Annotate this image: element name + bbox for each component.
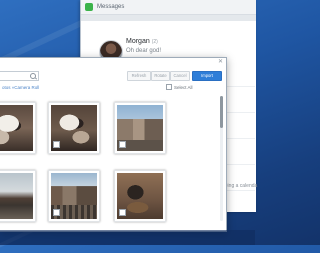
photo-checkbox[interactable] xyxy=(53,141,60,148)
cancel-button[interactable]: Cancel xyxy=(170,71,190,81)
photo-image xyxy=(0,105,33,151)
select-all[interactable]: Select All xyxy=(166,84,193,90)
conversation-preview: Oh dear god! xyxy=(126,48,162,54)
photo-thumbnail-building[interactable] xyxy=(114,102,166,154)
search-input[interactable] xyxy=(0,71,39,81)
photo-checkbox[interactable] xyxy=(53,209,60,216)
calendar-hint-text: being a calenda xyxy=(222,183,258,189)
close-icon[interactable]: ✕ xyxy=(218,59,223,65)
photo-thumbnail-cat-2[interactable] xyxy=(48,102,100,154)
picker-subheader: otos »Camera Roll Select All xyxy=(0,84,226,93)
photo-checkbox[interactable] xyxy=(119,209,126,216)
select-all-checkbox[interactable] xyxy=(166,84,172,90)
picker-scrollbar-thumb[interactable] xyxy=(220,96,223,128)
photo-thumbnail-cat-1[interactable] xyxy=(0,102,36,154)
photo-thumbnail-bridge[interactable] xyxy=(0,170,36,222)
photo-thumbnail-street[interactable] xyxy=(48,170,100,222)
photo-checkbox[interactable] xyxy=(119,141,126,148)
unread-count: (2) xyxy=(151,39,158,45)
breadcrumb[interactable]: otos »Camera Roll xyxy=(2,85,39,90)
taskbar xyxy=(0,230,255,245)
messages-title: Messages xyxy=(97,4,125,10)
messages-toolbar xyxy=(81,15,256,21)
messages-app-icon xyxy=(85,3,93,11)
conversation-name: Morgan xyxy=(126,38,150,45)
photo-thumbnail-dog[interactable] xyxy=(114,170,166,222)
import-button[interactable]: Import xyxy=(192,71,222,81)
refresh-button[interactable]: Refresh xyxy=(127,71,151,81)
photo-image xyxy=(0,173,33,219)
picker-toolbar: Refresh Rotate Cancel Import xyxy=(0,69,226,82)
search-icon[interactable] xyxy=(30,73,36,79)
select-all-label: Select All xyxy=(174,84,193,90)
photo-picker-dialog: ✕ Refresh Rotate Cancel Import otos »Cam… xyxy=(0,57,227,232)
messages-titlebar[interactable]: Messages xyxy=(81,0,256,15)
picker-scrollbar[interactable] xyxy=(220,96,223,221)
rotate-button[interactable]: Rotate xyxy=(151,71,170,81)
